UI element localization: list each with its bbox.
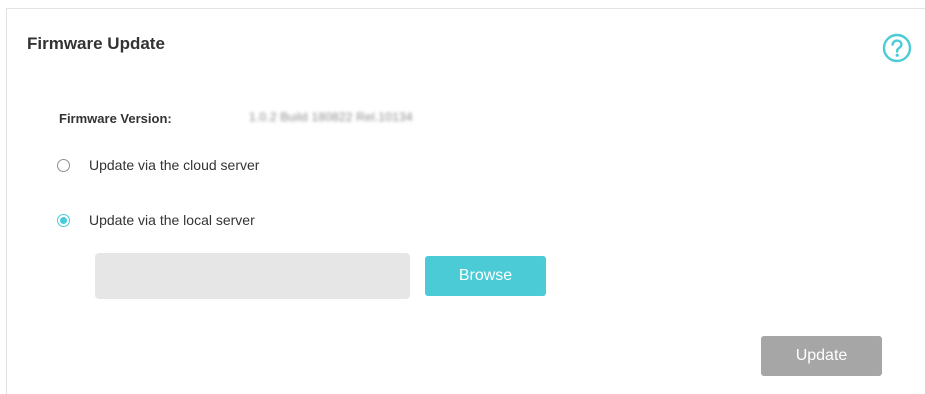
browse-button[interactable]: Browse — [425, 256, 546, 296]
firmware-update-panel: Firmware Update Firmware Version: 1.0.2 … — [6, 8, 925, 394]
firmware-file-field[interactable] — [95, 253, 410, 299]
firmware-version-value: 1.0.2 Build 180822 Rel.10134 — [249, 110, 413, 124]
cloud-server-label: Update via the cloud server — [89, 157, 260, 173]
firmware-version-label: Firmware Version: — [59, 111, 172, 126]
local-server-radio[interactable] — [57, 213, 70, 227]
local-server-option[interactable]: Update via the local server — [57, 212, 255, 228]
cloud-server-radio[interactable] — [57, 158, 70, 172]
local-server-label: Update via the local server — [89, 212, 255, 228]
cloud-server-option[interactable]: Update via the cloud server — [57, 157, 259, 173]
page-title: Firmware Update — [27, 34, 165, 53]
update-button[interactable]: Update — [761, 336, 882, 376]
question-circle-icon[interactable] — [882, 33, 912, 63]
